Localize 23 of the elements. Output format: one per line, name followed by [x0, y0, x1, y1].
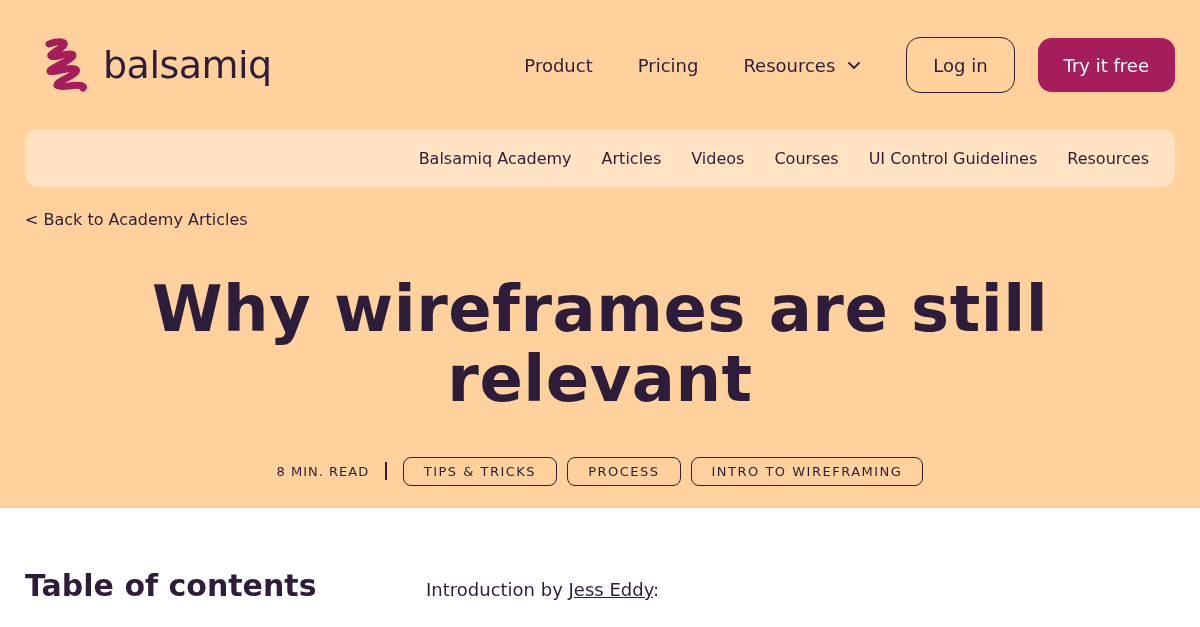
intro-text: Introduction by [426, 579, 563, 600]
tag-link[interactable]: INTRO TO WIREFRAMING [690, 456, 924, 486]
toc-heading: Table of contents [25, 568, 318, 603]
intro-colon: : [653, 579, 660, 600]
back-link[interactable]: < Back to Academy Articles [25, 210, 248, 229]
tag-link[interactable]: PROCESS [567, 456, 681, 486]
nav-link[interactable]: Pricing [637, 54, 699, 76]
subnav-link[interactable]: UI Control Guidelines [868, 148, 1038, 168]
login-button[interactable]: Log in [906, 37, 1015, 93]
subnav-link[interactable]: Resources [1067, 148, 1149, 168]
nav-dropdown[interactable]: Resources [743, 54, 862, 76]
subnav-link[interactable]: Articles [601, 148, 662, 168]
subnav-link[interactable]: Courses [774, 148, 839, 168]
author-link[interactable]: Jess Eddy [568, 579, 653, 600]
article-title: Why wireframes are still relevant [150, 274, 1050, 415]
try-free-button[interactable]: Try it free [1037, 38, 1175, 92]
tag-link[interactable]: TIPS & TRICKS [402, 456, 558, 486]
nav-link[interactable]: Product [524, 54, 593, 76]
logo-wordmark[interactable]: balsamiq [103, 46, 272, 84]
subnav-link[interactable]: Balsamiq Academy [418, 148, 572, 168]
subnav-link[interactable]: Videos [691, 148, 745, 168]
chevron-down-icon [847, 60, 862, 70]
read-time: 8 MIN. READ [276, 463, 370, 479]
